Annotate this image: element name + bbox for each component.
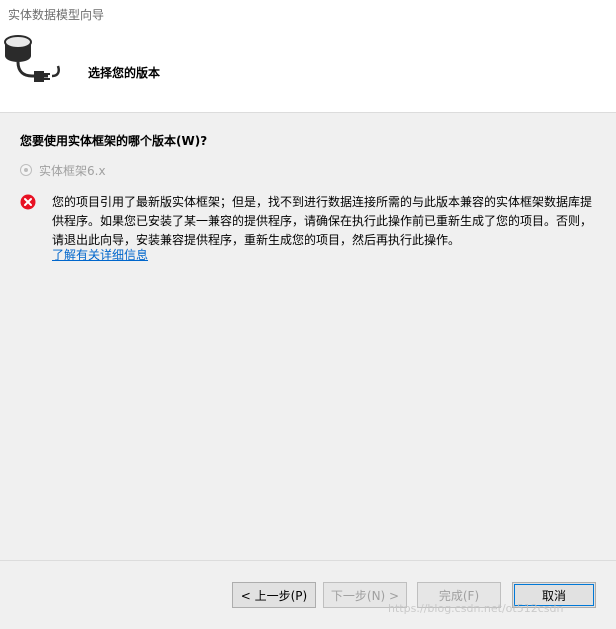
error-message: 您的项目引用了最新版实体框架；但是，找不到进行数据连接所需的与此版本兼容的实体框… xyxy=(52,195,593,247)
radio-button[interactable] xyxy=(20,164,32,176)
title-bar: 实体数据模型向导 xyxy=(0,0,616,26)
watermark-text: https://blog.csdn.net/ot512csdn xyxy=(388,602,564,615)
window-title: 实体数据模型向导 xyxy=(8,8,105,22)
database-plug-icon xyxy=(4,35,60,82)
wizard-header: 选择您的版本 xyxy=(0,26,616,113)
version-question: 您要使用实体框架的哪个版本(W)? xyxy=(20,134,208,148)
back-button[interactable]: < 上一步(P) xyxy=(232,582,316,608)
learn-more-link[interactable]: 了解有关详细信息 xyxy=(52,246,148,263)
version-option-label: 实体框架6.x xyxy=(39,163,106,178)
footer-separator xyxy=(0,560,616,561)
error-icon xyxy=(20,194,36,210)
version-option-ef6[interactable]: 实体框架6.x xyxy=(20,162,106,178)
step-title: 选择您的版本 xyxy=(88,66,161,80)
